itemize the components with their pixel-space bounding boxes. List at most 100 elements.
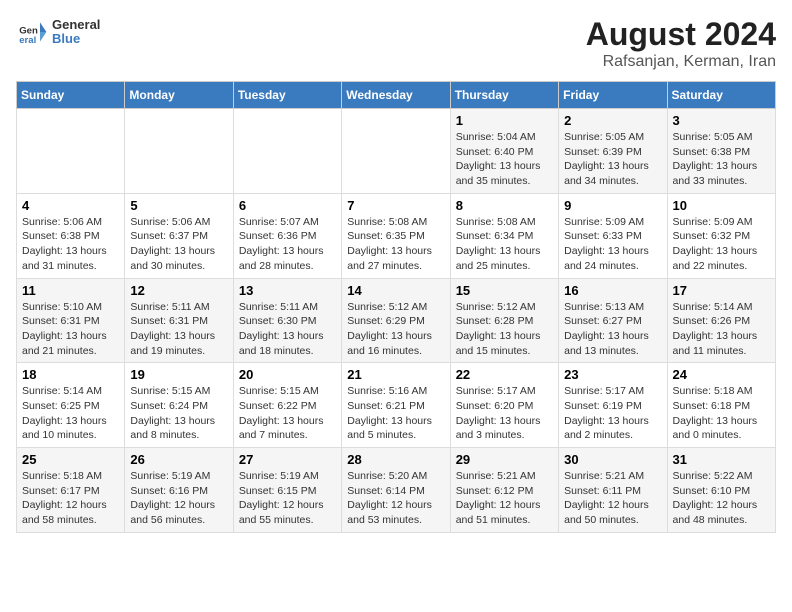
day-info: Sunrise: 5:08 AM Sunset: 6:34 PM Dayligh… bbox=[456, 215, 553, 274]
day-info: Sunrise: 5:18 AM Sunset: 6:17 PM Dayligh… bbox=[22, 469, 119, 528]
calendar-cell: 21Sunrise: 5:16 AM Sunset: 6:21 PM Dayli… bbox=[342, 363, 450, 448]
day-info: Sunrise: 5:14 AM Sunset: 6:25 PM Dayligh… bbox=[22, 384, 119, 443]
day-info: Sunrise: 5:18 AM Sunset: 6:18 PM Dayligh… bbox=[673, 384, 770, 443]
day-info: Sunrise: 5:05 AM Sunset: 6:38 PM Dayligh… bbox=[673, 130, 770, 189]
week-row-3: 11 Sunrise: 5:10 AM Sunset: 6:31 PM Dayli… bbox=[17, 278, 776, 363]
day-number: 20 bbox=[239, 367, 336, 382]
day-info: Sunrise: 5:05 AM Sunset: 6:39 PM Dayligh… bbox=[564, 130, 661, 189]
week-row-4: 18 Sunrise: 5:14 AM Sunset: 6:25 PM Dayli… bbox=[17, 363, 776, 448]
day-number: 19 bbox=[130, 367, 227, 382]
calendar-cell: 25 Sunrise: 5:18 AM Sunset: 6:17 PM Dayli… bbox=[17, 448, 125, 533]
calendar-cell: 22 Sunrise: 5:17 AM Sunset: 6:20 PM Dayli… bbox=[450, 363, 558, 448]
calendar-cell bbox=[342, 109, 450, 194]
day-info: Sunrise: 5:21 AM Sunset: 6:11 PM Dayligh… bbox=[564, 469, 661, 528]
calendar-cell: 29 Sunrise: 5:21 AM Sunset: 6:12 PM Dayli… bbox=[450, 448, 558, 533]
logo-text: General Blue bbox=[52, 18, 100, 47]
day-number: 29 bbox=[456, 452, 553, 467]
day-number: 1 bbox=[456, 113, 553, 128]
day-number: 2 bbox=[564, 113, 661, 128]
calendar-cell: 15Sunrise: 5:12 AM Sunset: 6:28 PM Dayli… bbox=[450, 278, 558, 363]
day-number: 28 bbox=[347, 452, 444, 467]
week-row-1: 1 Sunrise: 5:04 AM Sunset: 6:40 PM Daylig… bbox=[17, 109, 776, 194]
calendar-cell: 17Sunrise: 5:14 AM Sunset: 6:26 PM Dayli… bbox=[667, 278, 775, 363]
calendar-cell: 20Sunrise: 5:15 AM Sunset: 6:22 PM Dayli… bbox=[233, 363, 341, 448]
day-info: Sunrise: 5:12 AM Sunset: 6:29 PM Dayligh… bbox=[347, 300, 444, 359]
calendar-cell bbox=[125, 109, 233, 194]
day-number: 11 bbox=[22, 283, 119, 298]
day-number: 23 bbox=[564, 367, 661, 382]
calendar-cell: 28Sunrise: 5:20 AM Sunset: 6:14 PM Dayli… bbox=[342, 448, 450, 533]
day-number: 18 bbox=[22, 367, 119, 382]
day-number: 21 bbox=[347, 367, 444, 382]
day-info: Sunrise: 5:10 AM Sunset: 6:31 PM Dayligh… bbox=[22, 300, 119, 359]
calendar-cell: 11 Sunrise: 5:10 AM Sunset: 6:31 PM Dayli… bbox=[17, 278, 125, 363]
weekday-header-row: SundayMondayTuesdayWednesdayThursdayFrid… bbox=[17, 82, 776, 109]
weekday-header-friday: Friday bbox=[559, 82, 667, 109]
weekday-header-sunday: Sunday bbox=[17, 82, 125, 109]
day-number: 7 bbox=[347, 198, 444, 213]
day-number: 4 bbox=[22, 198, 119, 213]
weekday-header-thursday: Thursday bbox=[450, 82, 558, 109]
calendar-cell: 3Sunrise: 5:05 AM Sunset: 6:38 PM Daylig… bbox=[667, 109, 775, 194]
day-info: Sunrise: 5:19 AM Sunset: 6:15 PM Dayligh… bbox=[239, 469, 336, 528]
weekday-header-saturday: Saturday bbox=[667, 82, 775, 109]
day-number: 25 bbox=[22, 452, 119, 467]
day-info: Sunrise: 5:21 AM Sunset: 6:12 PM Dayligh… bbox=[456, 469, 553, 528]
day-info: Sunrise: 5:11 AM Sunset: 6:30 PM Dayligh… bbox=[239, 300, 336, 359]
day-number: 16 bbox=[564, 283, 661, 298]
calendar-cell: 9Sunrise: 5:09 AM Sunset: 6:33 PM Daylig… bbox=[559, 193, 667, 278]
day-info: Sunrise: 5:04 AM Sunset: 6:40 PM Dayligh… bbox=[456, 130, 553, 189]
calendar-cell: 23 Sunrise: 5:17 AM Sunset: 6:19 PM Dayli… bbox=[559, 363, 667, 448]
title-block: August 2024 Rafsanjan, Kerman, Iran bbox=[586, 16, 776, 71]
location: Rafsanjan, Kerman, Iran bbox=[586, 53, 776, 71]
logo: Gen eral General Blue bbox=[16, 16, 100, 48]
calendar-cell: 2 Sunrise: 5:05 AM Sunset: 6:39 PM Daylig… bbox=[559, 109, 667, 194]
day-info: Sunrise: 5:19 AM Sunset: 6:16 PM Dayligh… bbox=[130, 469, 227, 528]
day-number: 22 bbox=[456, 367, 553, 382]
day-info: Sunrise: 5:14 AM Sunset: 6:26 PM Dayligh… bbox=[673, 300, 770, 359]
day-number: 27 bbox=[239, 452, 336, 467]
calendar-cell: 27 Sunrise: 5:19 AM Sunset: 6:15 PM Dayli… bbox=[233, 448, 341, 533]
calendar-cell: 18 Sunrise: 5:14 AM Sunset: 6:25 PM Dayli… bbox=[17, 363, 125, 448]
calendar-cell: 31 Sunrise: 5:22 AM Sunset: 6:10 PM Dayli… bbox=[667, 448, 775, 533]
day-info: Sunrise: 5:12 AM Sunset: 6:28 PM Dayligh… bbox=[456, 300, 553, 359]
calendar-cell: 7 Sunrise: 5:08 AM Sunset: 6:35 PM Daylig… bbox=[342, 193, 450, 278]
day-number: 24 bbox=[673, 367, 770, 382]
calendar-cell: 4 Sunrise: 5:06 AM Sunset: 6:38 PM Daylig… bbox=[17, 193, 125, 278]
month-year: August 2024 bbox=[586, 16, 776, 53]
day-info: Sunrise: 5:06 AM Sunset: 6:38 PM Dayligh… bbox=[22, 215, 119, 274]
day-info: Sunrise: 5:07 AM Sunset: 6:36 PM Dayligh… bbox=[239, 215, 336, 274]
calendar-cell: 13 Sunrise: 5:11 AM Sunset: 6:30 PM Dayli… bbox=[233, 278, 341, 363]
day-number: 5 bbox=[130, 198, 227, 213]
logo-general: General bbox=[52, 18, 100, 32]
day-info: Sunrise: 5:13 AM Sunset: 6:27 PM Dayligh… bbox=[564, 300, 661, 359]
svg-text:eral: eral bbox=[19, 35, 36, 46]
calendar-cell: 6Sunrise: 5:07 AM Sunset: 6:36 PM Daylig… bbox=[233, 193, 341, 278]
calendar-cell: 12 Sunrise: 5:11 AM Sunset: 6:31 PM Dayli… bbox=[125, 278, 233, 363]
calendar-table: SundayMondayTuesdayWednesdayThursdayFrid… bbox=[16, 81, 776, 533]
logo-blue: Blue bbox=[52, 32, 100, 46]
day-info: Sunrise: 5:17 AM Sunset: 6:19 PM Dayligh… bbox=[564, 384, 661, 443]
calendar-cell: 10Sunrise: 5:09 AM Sunset: 6:32 PM Dayli… bbox=[667, 193, 775, 278]
logo-icon: Gen eral bbox=[16, 16, 48, 48]
day-number: 14 bbox=[347, 283, 444, 298]
day-info: Sunrise: 5:08 AM Sunset: 6:35 PM Dayligh… bbox=[347, 215, 444, 274]
calendar-cell: 5 Sunrise: 5:06 AM Sunset: 6:37 PM Daylig… bbox=[125, 193, 233, 278]
day-number: 31 bbox=[673, 452, 770, 467]
week-row-5: 25 Sunrise: 5:18 AM Sunset: 6:17 PM Dayli… bbox=[17, 448, 776, 533]
day-info: Sunrise: 5:17 AM Sunset: 6:20 PM Dayligh… bbox=[456, 384, 553, 443]
day-number: 30 bbox=[564, 452, 661, 467]
day-info: Sunrise: 5:11 AM Sunset: 6:31 PM Dayligh… bbox=[130, 300, 227, 359]
weekday-header-tuesday: Tuesday bbox=[233, 82, 341, 109]
day-number: 26 bbox=[130, 452, 227, 467]
day-number: 13 bbox=[239, 283, 336, 298]
calendar-cell: 14 Sunrise: 5:12 AM Sunset: 6:29 PM Dayli… bbox=[342, 278, 450, 363]
day-info: Sunrise: 5:09 AM Sunset: 6:32 PM Dayligh… bbox=[673, 215, 770, 274]
calendar-cell: 1 Sunrise: 5:04 AM Sunset: 6:40 PM Daylig… bbox=[450, 109, 558, 194]
weekday-header-wednesday: Wednesday bbox=[342, 82, 450, 109]
day-info: Sunrise: 5:06 AM Sunset: 6:37 PM Dayligh… bbox=[130, 215, 227, 274]
day-number: 8 bbox=[456, 198, 553, 213]
day-number: 12 bbox=[130, 283, 227, 298]
day-info: Sunrise: 5:22 AM Sunset: 6:10 PM Dayligh… bbox=[673, 469, 770, 528]
calendar-cell: 19Sunrise: 5:15 AM Sunset: 6:24 PM Dayli… bbox=[125, 363, 233, 448]
